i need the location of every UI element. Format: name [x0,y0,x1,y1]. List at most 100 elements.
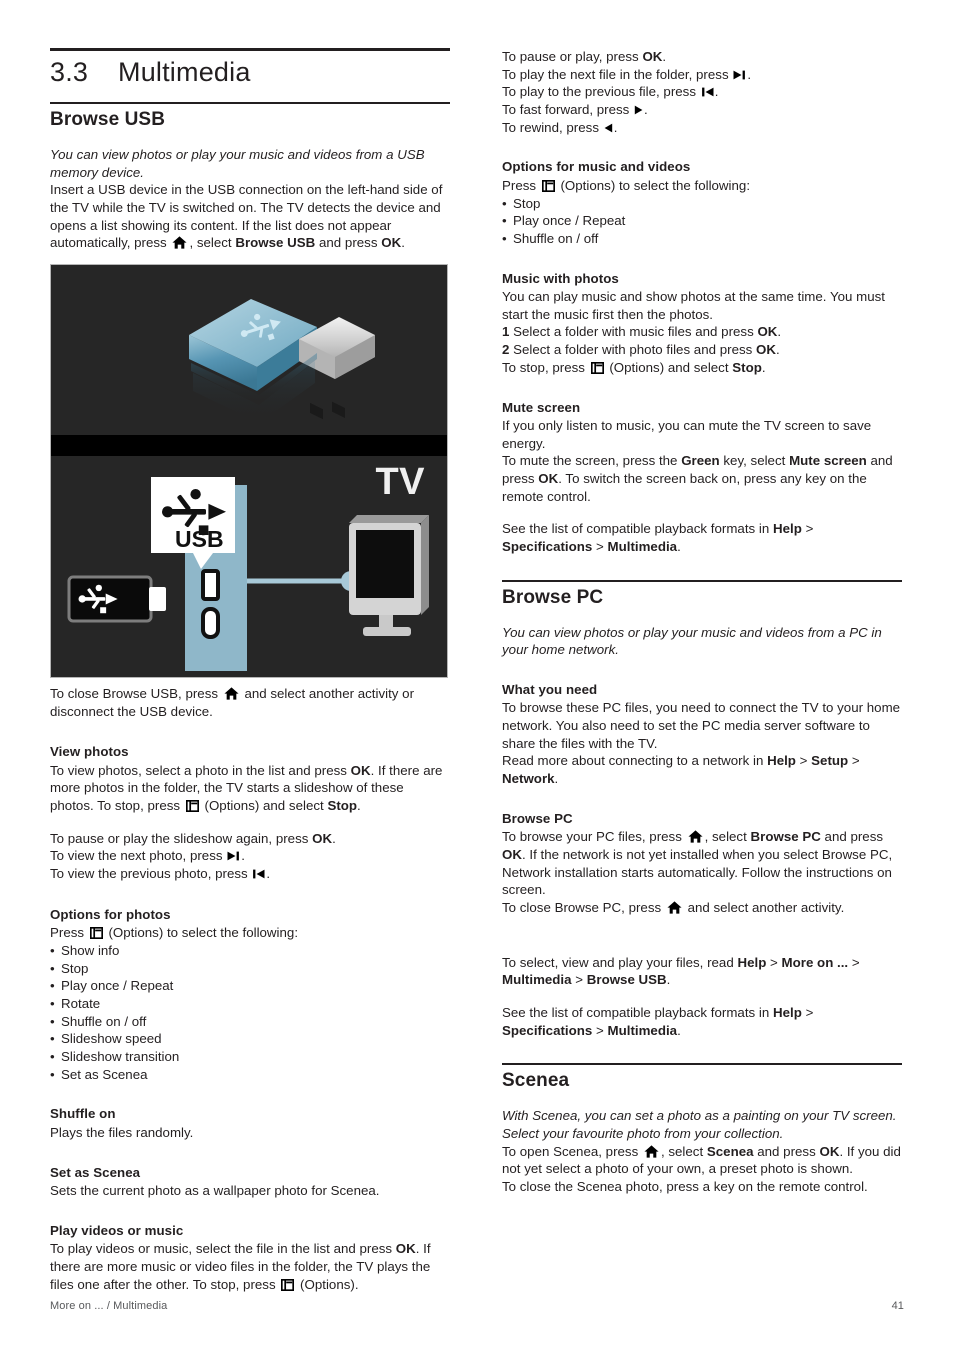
key-ref-ok: OK [312,830,333,846]
chapter-name: Multimedia [118,57,251,87]
list-item: Rotate [50,995,450,1013]
menu-ref-scenea: Scenea [706,1143,754,1159]
menu-ref-help: Help [767,753,796,769]
music-with-photos-step-2: 2 Select a folder with photo files and p… [502,341,902,359]
mute-screen-text-2: To mute the screen, press the Green key,… [502,452,902,505]
text-run: To play the next file in the folder, pre… [502,66,729,82]
options-photos-press-line: Press (Options) to select the following: [50,924,450,942]
text-run: To mute the screen, press the [502,453,678,469]
menu-ref-multimedia: Multimedia [607,539,678,555]
text-run: To pause or play, press [502,49,639,64]
scenea-intro: With Scenea, you can set a photo as a pa… [502,1108,897,1141]
text-run: To rewind, press [502,119,599,135]
text-run: > [596,539,604,555]
chapter-top-rule [50,48,450,51]
text-run: . [761,359,766,375]
text-run: . [775,342,780,358]
view-photos-text: To view photos, select a photo in the li… [50,762,450,815]
set-as-scenea-text: Sets the current photo as a wallpaper ph… [50,1183,380,1199]
key-ref-ok: OK [538,471,559,487]
section-heading-browse-usb: Browse USB [50,109,166,131]
text-run: , select [704,829,747,845]
text-run: . [677,539,681,555]
subheading-shuffle-on: Shuffle on [50,1106,116,1122]
text-run: To play to the previous file, press [502,84,696,100]
manual-page: 3.3 Multimedia Browse USB You can view p… [0,0,954,1350]
subheading-mute-screen: Mute screen [502,399,581,415]
select-view-play-note: To select, view and play your files, rea… [502,954,902,989]
list-item: Show info [50,942,450,960]
key-ref-ok: OK [381,235,402,251]
step-number: 1 [502,324,510,340]
step-number: 2 [502,342,510,358]
close-browse-usb-text: To close Browse USB, press and select an… [50,685,450,720]
what-you-need-text: To browse these PC files, you need to co… [502,700,901,751]
options-music-press-line: Press (Options) to select the following: [502,177,902,195]
text-run: . [266,866,271,882]
text-run: (Options) to select the following: [560,177,751,193]
list-item: Stop [502,195,902,213]
page-number: 41 [891,1300,904,1312]
key-ref-ok: OK [756,342,776,358]
list-item: Shuffle on / off [502,230,902,248]
list-item: Shuffle on / off [50,1013,450,1031]
menu-ref-browse-usb: Browse USB [586,972,667,988]
usb-to-tv-diagram: USB [67,476,429,671]
text-run: Press [50,925,85,941]
options-music-videos-list: Stop Play once / Repeat Shuffle on / off [502,195,902,248]
menu-ref-multimedia: Multimedia [607,1022,678,1038]
previous-track-icon [252,868,265,879]
text-run: key, select [723,453,786,469]
text-run: Select a folder with music files and pre… [513,324,754,340]
key-ref-ok: OK [350,762,371,778]
mute-screen-text-1: If you only listen to music, you can mut… [502,418,872,451]
menu-ref-browse-usb: Browse USB [235,235,316,251]
options-icon [541,179,555,192]
text-run: . [677,1022,681,1038]
formats-note-2: See the list of compatible playback form… [502,1004,902,1039]
menu-ref-help: Help [737,954,767,970]
tv-icon [349,514,429,636]
menu-ref-stop: Stop [327,798,358,814]
text-run: To stop, press [502,359,585,375]
text-run: . [332,830,336,846]
fast-forward-icon [634,104,643,115]
text-run: and press [824,829,884,845]
subheading-browse-pc: Browse PC [502,810,573,826]
usb-flash-drive-graphic [189,298,375,423]
text-run: To fast forward, press [502,102,630,118]
text-run: . [401,235,405,251]
key-ref-ok: OK [395,1241,416,1257]
section-heading-browse-pc: Browse PC [502,586,604,608]
text-run: . [241,848,245,864]
key-ref-green: Green [681,453,720,469]
text-run: Press [502,177,537,193]
list-item: Stop [50,960,450,978]
menu-ref-mute-screen: Mute screen [789,453,867,469]
text-run: > [770,954,778,970]
music-with-photos-stop-line: To stop, press (Options) and select Stop… [502,359,902,377]
text-run: . [747,66,752,82]
list-item: Play once / Repeat [502,212,902,230]
menu-ref-help: Help [773,1005,802,1021]
text-run: . [357,798,361,814]
right-column: To pause or play, press OK. To play the … [502,48,902,1196]
text-run: . [613,119,618,135]
text-run: To view the next photo, press [50,848,223,864]
menu-ref-multimedia: Multimedia [502,972,572,988]
home-icon [644,1144,659,1158]
scenea-rule [502,1063,902,1066]
subheading-options-music-videos: Options for music and videos [502,159,691,175]
subheading-what-you-need: What you need [502,681,598,697]
previous-photo-text: To view the previous photo, press . [50,865,450,883]
subheading-play-videos-or-music: Play videos or music [50,1222,184,1238]
home-icon [667,901,682,914]
list-item: Slideshow transition [50,1048,450,1066]
next-file-line: To play the next file in the folder, pre… [502,66,902,84]
text-run: See the list of compatible playback form… [502,1005,770,1021]
list-item: Slideshow speed [50,1030,450,1048]
next-track-icon [733,69,746,80]
menu-ref-setup: Setup [811,753,849,769]
options-icon [281,1278,295,1291]
text-run: > [596,1022,604,1038]
